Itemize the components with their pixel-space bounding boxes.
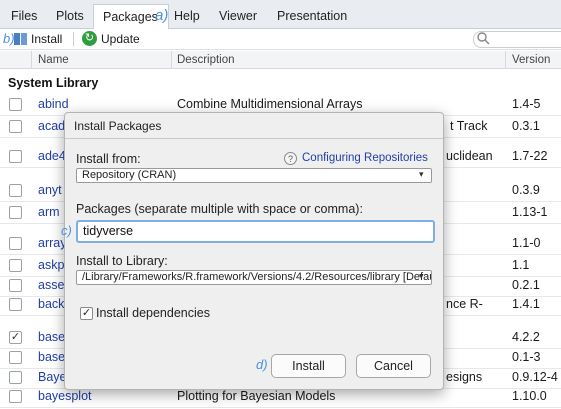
- package-version: 1.10.0: [512, 389, 547, 403]
- package-description: Combine Multidimensional Arrays: [177, 97, 363, 111]
- install-package-icon: [14, 33, 27, 45]
- search-icon: [477, 32, 490, 48]
- dialog-title: Install Packages: [74, 119, 162, 133]
- update-button[interactable]: Update: [101, 31, 140, 48]
- configuring-repositories-link[interactable]: Configuring Repositories: [302, 152, 428, 164]
- install-from-label: Install from:: [76, 152, 141, 166]
- dialog-title-divider: [65, 138, 443, 139]
- package-name-link[interactable]: bayesplot: [38, 389, 92, 403]
- row-checkbox[interactable]: [9, 184, 22, 197]
- package-description: nce R-: [446, 297, 483, 311]
- package-name-link[interactable]: Baye: [38, 370, 67, 384]
- package-version: 0.3.9: [512, 183, 540, 197]
- tab-files[interactable]: Files: [11, 4, 37, 29]
- install-confirm-button[interactable]: Install: [271, 354, 346, 378]
- package-description: uclidean: [446, 149, 493, 163]
- package-version: 1.1: [512, 258, 530, 272]
- package-description: t Track: [450, 119, 488, 133]
- library-value: /Library/Frameworks/R.framework/Versions…: [82, 271, 432, 283]
- row-checkbox[interactable]: [9, 351, 22, 364]
- package-description: Plotting for Bayesian Models: [177, 389, 336, 403]
- package-version: 0.1-3: [512, 350, 541, 364]
- row-checkbox[interactable]: [9, 237, 22, 250]
- packages-label: Packages (separate multiple with space o…: [76, 202, 363, 216]
- column-header-name[interactable]: Name: [38, 51, 69, 69]
- install-to-library-label: Install to Library:: [76, 254, 168, 268]
- row-checkbox[interactable]: [9, 298, 22, 311]
- library-select[interactable]: /Library/Frameworks/R.framework/Versions…: [76, 270, 432, 285]
- row-checkbox[interactable]: [9, 279, 22, 292]
- package-version: 1.1-0: [512, 236, 541, 250]
- tab-presentation[interactable]: Presentation: [277, 4, 347, 29]
- row-checkbox[interactable]: [9, 120, 22, 133]
- column-divider: [505, 51, 506, 69]
- row-checkbox[interactable]: [9, 371, 22, 384]
- package-name-link[interactable]: base: [38, 330, 65, 344]
- tab-packages-label: Packages: [103, 10, 158, 24]
- annotation-a: a): [155, 7, 169, 24]
- column-divider: [31, 51, 32, 69]
- install-from-select[interactable]: Repository (CRAN): [76, 168, 432, 183]
- package-version: 0.3.1: [512, 119, 540, 133]
- tab-help[interactable]: Help: [174, 4, 200, 29]
- annotation-b: b): [3, 31, 15, 46]
- column-divider: [171, 51, 172, 69]
- package-name-link[interactable]: anyt: [38, 183, 62, 197]
- row-checkbox[interactable]: [9, 259, 22, 272]
- row-checkbox[interactable]: [9, 150, 22, 163]
- row-checkbox[interactable]: [9, 206, 22, 219]
- tab-plots[interactable]: Plots: [56, 4, 84, 29]
- package-version: 1.4.1: [512, 297, 540, 311]
- packages-input[interactable]: tidyverse: [76, 220, 435, 243]
- package-name-link[interactable]: back: [38, 297, 64, 311]
- tab-viewer[interactable]: Viewer: [219, 4, 257, 29]
- package-table-header: [0, 51, 561, 69]
- package-name-link[interactable]: abind: [38, 97, 69, 111]
- package-name-link[interactable]: acad: [38, 119, 65, 133]
- package-version: 1.7-22: [512, 149, 548, 163]
- install-from-value: Repository (CRAN): [82, 169, 177, 181]
- package-name-link[interactable]: base: [38, 350, 65, 364]
- package-name-link[interactable]: ade4: [38, 149, 66, 163]
- system-library-heading: System Library: [8, 76, 99, 90]
- row-checkbox[interactable]: ✓: [9, 331, 22, 344]
- chevron-down-icon: ▾: [419, 169, 424, 179]
- row-divider: [0, 407, 561, 408]
- cancel-button[interactable]: Cancel: [356, 354, 431, 378]
- annotation-d: d): [256, 357, 268, 372]
- package-name-link[interactable]: array: [38, 236, 66, 250]
- update-icon: ↻: [82, 31, 97, 46]
- toolbar-divider: [73, 32, 74, 46]
- row-checkbox[interactable]: [9, 98, 22, 111]
- install-dependencies-label: Install dependencies: [96, 306, 210, 320]
- package-version: 1.4-5: [512, 97, 541, 111]
- package-version: 0.9.12-4: [512, 370, 558, 384]
- column-header-version[interactable]: Version: [512, 51, 550, 69]
- help-icon[interactable]: ?: [284, 152, 297, 165]
- package-version: 4.2.2: [512, 330, 540, 344]
- package-name-link[interactable]: asse: [38, 278, 64, 292]
- install-button[interactable]: Install: [31, 31, 62, 48]
- package-version: 1.13-1: [512, 205, 548, 219]
- install-dependencies-checkbox[interactable]: ✓: [80, 307, 93, 320]
- package-name-link[interactable]: askp: [38, 258, 64, 272]
- package-version: 0.2.1: [512, 278, 540, 292]
- table-row[interactable]: bayesplot Plotting for Bayesian Models 1.1…: [0, 387, 561, 409]
- chevron-down-icon: ▾: [419, 271, 424, 281]
- row-checkbox[interactable]: [9, 390, 22, 403]
- column-header-description[interactable]: Description: [177, 51, 235, 69]
- package-description: esigns: [446, 370, 483, 384]
- package-name-link[interactable]: arm: [38, 205, 60, 219]
- annotation-c: c): [61, 223, 72, 238]
